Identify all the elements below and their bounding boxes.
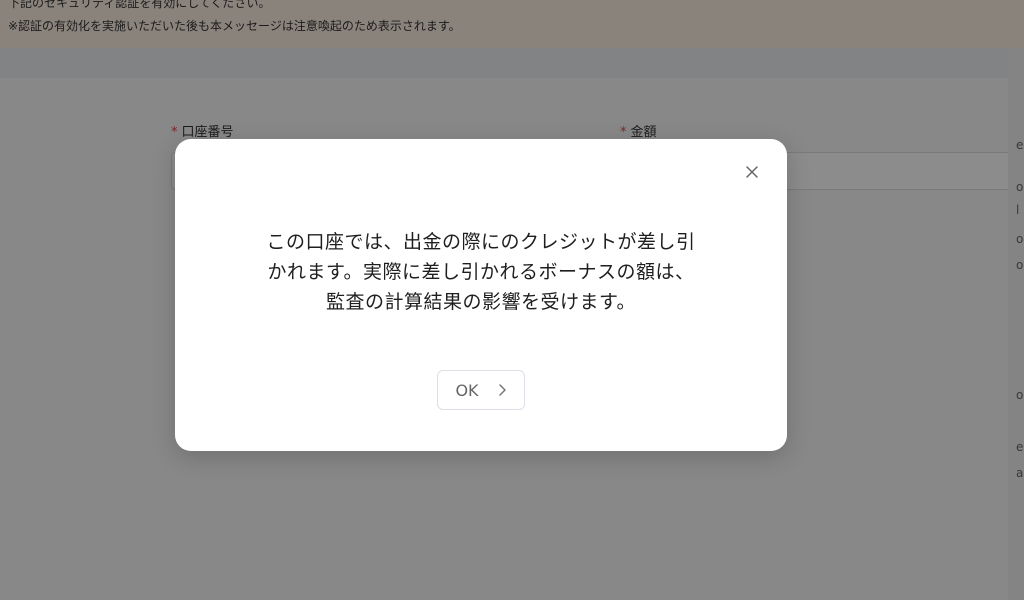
- ok-button[interactable]: OK: [437, 370, 525, 410]
- ok-button-label: OK: [455, 380, 479, 400]
- close-button[interactable]: [741, 161, 763, 183]
- chevron-right-icon: [497, 383, 507, 397]
- dialog-message: この口座では、出金の際にのクレジットが差し引かれます。実際に差し引かれるボーナス…: [266, 231, 696, 313]
- bonus-credit-dialog: この口座では、出金の際にのクレジットが差し引かれます。実際に差し引かれるボーナス…: [175, 139, 787, 451]
- close-icon: [746, 166, 758, 178]
